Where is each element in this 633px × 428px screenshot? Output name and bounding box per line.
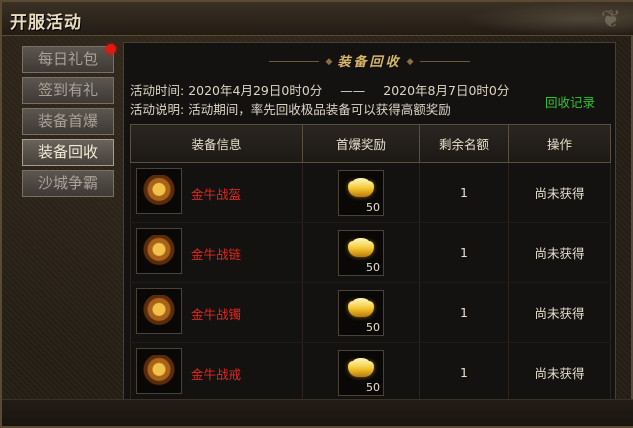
header-first-drop-reward: 首爆奖励 — [302, 124, 420, 163]
item-info-cell: 金牛战戒 — [130, 342, 303, 403]
desc-label: 活动说明: — [130, 102, 185, 117]
time-start: 2020年4月29日0时0分 — [188, 83, 323, 98]
reward-quantity: 50 — [366, 380, 380, 394]
sidebar-tabs: 每日礼包 签到有礼 装备首爆 装备回收 沙城争霸 — [22, 44, 118, 201]
ingot-top — [353, 177, 369, 186]
dragon-ornament: ❦ — [465, 2, 633, 36]
tab-daily-gift[interactable]: 每日礼包 — [22, 44, 116, 73]
status-cell: 尚未获得 — [508, 342, 611, 403]
time-separator: —— — [340, 83, 366, 98]
header-action: 操作 — [508, 124, 611, 163]
recycle-panel: ◆ 装备回收 ◆ 活动时间: 2020年4月29日0时0分 —— 2020年8月… — [123, 42, 616, 403]
tab-label: 装备回收 — [37, 143, 98, 161]
window-title: 开服活动 — [10, 13, 82, 33]
diamond-icon: ◆ — [325, 56, 333, 67]
gold-ingot-icon[interactable]: 50 — [338, 169, 384, 216]
table-row: 金牛战镯 50 1 尚未获得 — [130, 282, 611, 343]
reward-quantity: 50 — [366, 320, 380, 334]
status-cell: 尚未获得 — [508, 222, 611, 283]
desc-text: 活动期间，率先回收极品装备可以获得高额奖励 — [188, 102, 451, 117]
window-frame: 开服活动 ❦ 每日礼包 签到有礼 装备首爆 装备回收 沙城争霸 ◆ 装备回收 ◆… — [0, 0, 633, 428]
tab-label: 签到有礼 — [37, 81, 98, 99]
item-name: 金牛战戒 — [191, 367, 242, 382]
status-cell: 尚未获得 — [508, 282, 611, 343]
ingot-top — [353, 357, 369, 366]
reward-cell: 50 — [302, 282, 420, 343]
event-info: 活动时间: 2020年4月29日0时0分 —— 2020年8月7日0时0分 活动… — [130, 81, 509, 119]
ring-graphic — [143, 355, 175, 387]
remaining-cell: 1 — [419, 162, 509, 223]
necklace-icon[interactable] — [136, 228, 182, 274]
item-name: 金牛战链 — [191, 247, 242, 262]
remaining-cell: 1 — [419, 342, 509, 403]
item-info-cell: 金牛战盔 — [130, 162, 303, 223]
diamond-icon: ◆ — [406, 56, 414, 67]
title-bar: 开服活动 ❦ — [2, 2, 633, 36]
reward-cell: 50 — [302, 342, 420, 403]
header-equipment-info: 装备信息 — [130, 124, 303, 163]
reward-cell: 50 — [302, 162, 420, 223]
ingot-top — [353, 297, 369, 306]
status-cell: 尚未获得 — [508, 162, 611, 223]
tab-castle-war[interactable]: 沙城争霸 — [22, 170, 114, 197]
table-header-row: 装备信息 首爆奖励 剩余名额 操作 — [130, 124, 611, 163]
notification-dot-icon — [106, 44, 116, 54]
table-row: 金牛战链 50 1 尚未获得 — [130, 222, 611, 283]
gold-ingot-icon[interactable]: 50 — [338, 289, 384, 336]
event-description: 活动说明: 活动期间，率先回收极品装备可以获得高额奖励 — [130, 100, 509, 119]
event-time: 活动时间: 2020年4月29日0时0分 —— 2020年8月7日0时0分 — [130, 81, 509, 100]
remaining-cell: 1 — [419, 282, 509, 343]
item-name: 金牛战盔 — [191, 187, 242, 202]
panel-title: 装备回收 — [337, 55, 402, 70]
item-info-cell: 金牛战链 — [130, 222, 303, 283]
table-row: 金牛战戒 50 1 尚未获得 — [130, 342, 611, 403]
divider — [419, 61, 470, 62]
header-remaining-slots: 剩余名额 — [419, 124, 509, 163]
remaining-cell: 1 — [419, 222, 509, 283]
reward-quantity: 50 — [366, 200, 380, 214]
ring-icon[interactable] — [136, 348, 182, 394]
dragon-icon: ❦ — [600, 5, 621, 33]
bracelet-graphic — [143, 295, 175, 327]
item-name: 金牛战镯 — [191, 307, 242, 322]
bottom-strip — [2, 399, 633, 426]
tab-label: 装备首爆 — [37, 112, 98, 130]
time-end: 2020年8月7日0时0分 — [383, 83, 510, 98]
recycle-record-link[interactable]: 回收记录 — [545, 92, 595, 111]
gold-ingot-icon[interactable]: 50 — [338, 229, 384, 276]
helmet-graphic — [143, 175, 175, 207]
time-label: 活动时间: — [130, 83, 185, 98]
recycle-table: 装备信息 首爆奖励 剩余名额 操作 金牛战盔 50 1 尚未获得 金牛战链 50… — [130, 124, 611, 403]
reward-cell: 50 — [302, 222, 420, 283]
tab-sign-in[interactable]: 签到有礼 — [22, 77, 114, 104]
helmet-icon[interactable] — [136, 168, 182, 214]
gold-ingot-icon[interactable]: 50 — [338, 349, 384, 396]
necklace-graphic — [143, 235, 175, 267]
tab-equipment-recycle[interactable]: 装备回收 — [22, 139, 114, 166]
divider — [269, 61, 320, 62]
panel-header: ◆ 装备回收 ◆ — [124, 51, 615, 70]
tab-label: 每日礼包 — [37, 50, 98, 68]
ingot-top — [353, 237, 369, 246]
item-info-cell: 金牛战镯 — [130, 282, 303, 343]
table-row: 金牛战盔 50 1 尚未获得 — [130, 162, 611, 223]
tab-first-drop[interactable]: 装备首爆 — [22, 108, 114, 135]
reward-quantity: 50 — [366, 260, 380, 274]
bracelet-icon[interactable] — [136, 288, 182, 334]
tab-label: 沙城争霸 — [37, 174, 98, 192]
